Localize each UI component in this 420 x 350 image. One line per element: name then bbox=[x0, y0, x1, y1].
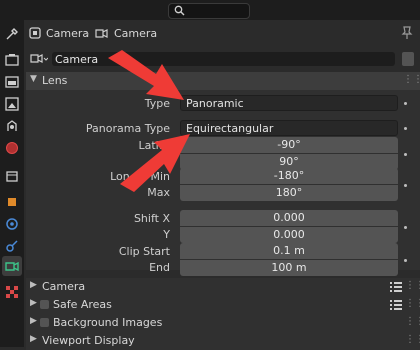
object-icon bbox=[29, 27, 41, 39]
background-images-checkbox[interactable] bbox=[40, 318, 49, 327]
drag-handle-icon[interactable]: ⋮⋮ bbox=[405, 334, 420, 345]
properties-tab-sidebar bbox=[0, 20, 24, 347]
pin-icon[interactable] bbox=[401, 26, 413, 40]
properties-editor: Camera › Camera Camera ▼ Lens ⋮⋮ Type Pa… bbox=[24, 20, 420, 350]
viewport-display-section-title: Viewport Display bbox=[42, 334, 135, 347]
panorama-type-dropdown[interactable]: Equirectangular ⌄ bbox=[180, 120, 398, 136]
safe-areas-section-title: Safe Areas bbox=[53, 298, 112, 311]
search-field[interactable] bbox=[168, 3, 250, 19]
viewport-display-section-header[interactable]: ▶ Viewport Display ⋮⋮ bbox=[26, 332, 420, 350]
annotation-arrow-icon bbox=[120, 134, 190, 192]
breadcrumb-object: Camera bbox=[46, 27, 90, 40]
shield-icon[interactable] bbox=[402, 52, 414, 66]
breadcrumb-data: Camera bbox=[114, 27, 158, 40]
render-tab-icon[interactable] bbox=[2, 50, 22, 70]
keyframe-dot-icon[interactable] bbox=[404, 259, 407, 262]
keyframe-dot-icon[interactable] bbox=[404, 153, 407, 156]
chevron-right-icon: ▶ bbox=[30, 298, 37, 308]
properties-header bbox=[0, 0, 420, 20]
longitude-min-value: -180° bbox=[273, 169, 305, 182]
longitude-max-value: 180° bbox=[275, 186, 303, 199]
drag-handle-icon[interactable]: ⋮⋮ bbox=[405, 298, 420, 309]
datablock-name: Camera bbox=[55, 53, 99, 66]
chevron-down-icon: ⌄ bbox=[186, 97, 194, 107]
lens-section-title: Lens bbox=[42, 74, 68, 87]
keyframe-dot-icon[interactable] bbox=[404, 226, 407, 229]
breadcrumb-separator-icon: › bbox=[85, 27, 90, 40]
annotation-arrow-icon bbox=[108, 50, 184, 100]
safe-areas-checkbox[interactable] bbox=[40, 300, 49, 309]
camera-data-icon bbox=[95, 29, 108, 38]
camera-data-tab-icon[interactable] bbox=[2, 256, 22, 276]
chevron-down-icon: ⌄ bbox=[186, 122, 194, 132]
constraints-tab-icon[interactable] bbox=[2, 236, 22, 256]
breadcrumb: Camera › Camera bbox=[24, 20, 420, 46]
object-tab-icon[interactable] bbox=[2, 192, 22, 212]
latitude-min-value: -90° bbox=[277, 138, 301, 151]
clip-end-value: 100 m bbox=[271, 261, 307, 274]
camera-section-header[interactable]: ▶ Camera ⋮⋮ bbox=[26, 278, 420, 296]
drag-handle-icon[interactable]: ⋮⋮ bbox=[405, 316, 420, 327]
latitude-min-field[interactable]: -90° bbox=[180, 137, 398, 153]
search-icon bbox=[174, 5, 185, 16]
tool-tab-icon[interactable] bbox=[2, 24, 22, 44]
lens-section-header[interactable]: ▼ Lens ⋮⋮ bbox=[26, 72, 420, 90]
shift-y-label: Y bbox=[163, 228, 170, 241]
physics-tab-icon[interactable] bbox=[2, 214, 22, 234]
clip-start-label: Clip Start bbox=[118, 245, 170, 258]
presets-list-icon[interactable] bbox=[390, 300, 402, 310]
drag-handle-icon[interactable]: ⋮⋮ bbox=[403, 74, 420, 85]
output-tab-icon[interactable] bbox=[2, 72, 22, 92]
texture-tab-icon[interactable] bbox=[2, 282, 22, 302]
safe-areas-section-header[interactable]: ▶ Safe Areas ⋮⋮ bbox=[26, 296, 420, 314]
camera-section-title: Camera bbox=[42, 280, 86, 293]
drag-handle-icon[interactable]: ⋮⋮ bbox=[405, 280, 420, 291]
collection-tab-icon[interactable] bbox=[2, 166, 22, 186]
longitude-min-field[interactable]: -180° bbox=[180, 168, 398, 184]
chevron-right-icon: ▶ bbox=[30, 280, 37, 290]
clip-start-value: 0.1 m bbox=[273, 244, 305, 257]
view-layer-tab-icon[interactable] bbox=[2, 94, 22, 114]
background-images-section-header[interactable]: ▶ Background Images ⋮⋮ bbox=[26, 314, 420, 332]
shift-x-label: Shift X bbox=[133, 212, 170, 225]
keyframe-dot-icon[interactable] bbox=[404, 184, 407, 187]
chevron-right-icon: ▶ bbox=[30, 316, 37, 326]
keyframe-dot-icon[interactable] bbox=[404, 127, 407, 130]
datablock-selector: Camera bbox=[24, 46, 420, 72]
chevron-right-icon: ▶ bbox=[30, 334, 37, 344]
world-tab-icon[interactable] bbox=[2, 138, 22, 158]
background-images-section-title: Background Images bbox=[53, 316, 163, 329]
shift-y-field[interactable]: 0.000 bbox=[180, 227, 398, 243]
shift-x-value: 0.000 bbox=[273, 211, 305, 224]
scene-tab-icon[interactable] bbox=[2, 116, 22, 136]
longitude-max-field[interactable]: 180° bbox=[180, 185, 398, 201]
chevron-down-icon: ▼ bbox=[30, 74, 37, 84]
keyframe-dot-icon[interactable] bbox=[404, 102, 407, 105]
shift-y-value: 0.000 bbox=[273, 228, 305, 241]
presets-list-icon[interactable] bbox=[390, 282, 402, 292]
lens-type-dropdown[interactable]: Panoramic ⌄ bbox=[180, 95, 398, 111]
clip-end-field[interactable]: 100 m bbox=[180, 260, 398, 276]
shift-x-field[interactable]: 0.000 bbox=[180, 210, 398, 226]
clip-start-field[interactable]: 0.1 m bbox=[180, 243, 398, 259]
camera-data-icon[interactable] bbox=[30, 52, 48, 66]
clip-end-label: End bbox=[149, 261, 170, 274]
